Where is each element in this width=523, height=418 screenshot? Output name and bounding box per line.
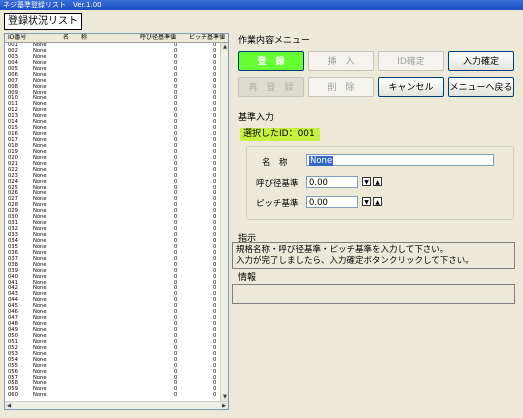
back-to-menu-button[interactable]: メニューへ戻る — [448, 77, 514, 97]
vertical-scrollbar[interactable]: ▲ ▼ — [220, 43, 228, 401]
list-rows: 001 None 0 0 002 None 0 0 003 None 0 0 004 None 0 0 005 N… — [5, 43, 221, 401]
column-header-id[interactable]: ID番号 — [8, 34, 26, 42]
column-header-nominal[interactable]: 呼び径基準値 — [140, 34, 176, 42]
delete-button[interactable]: 削 除 — [308, 77, 374, 97]
confirm-input-button[interactable]: 入力確定 — [448, 51, 514, 71]
scroll-up-icon[interactable]: ▲ — [221, 43, 228, 51]
pitch-label: ピッチ基準 — [256, 199, 299, 209]
column-header-pitch[interactable]: ピッチ基準値 — [189, 34, 225, 42]
instructions-box: 規格名称・呼び径基準・ピッチ基準を入力して下さい。 入力が完了しましたら、入力確… — [232, 242, 515, 269]
name-input[interactable]: None — [306, 154, 494, 166]
register-button[interactable]: 登 録 — [238, 51, 304, 71]
list-item[interactable]: 060 None 0 0 — [5, 392, 221, 399]
reregister-button[interactable]: 再 登 録 — [238, 77, 304, 97]
instruction-line-2: 入力が完了しましたら、入力確定ボタンクリックして下さい。 — [236, 256, 474, 266]
info-box — [232, 284, 515, 304]
info-title: 情報 — [238, 273, 257, 283]
standard-input-title: 基準入力 — [238, 113, 275, 123]
row-name: None — [33, 392, 47, 399]
pitch-down-icon[interactable]: ▼ — [362, 197, 371, 206]
scroll-left-icon[interactable]: ◀ — [5, 402, 13, 409]
confirm-id-button[interactable]: ID確定 — [378, 51, 444, 71]
scroll-right-icon[interactable]: ▶ — [220, 402, 228, 409]
menu-title: 作業内容メニュー — [238, 36, 311, 46]
insert-button[interactable]: 挿 入 — [308, 51, 374, 71]
name-label: 名 称 — [262, 158, 288, 168]
window-title-bar: ネジ基準登録リスト Ver.1.00 — [0, 0, 523, 10]
column-header-name[interactable]: 名 称 — [63, 34, 87, 42]
registration-list[interactable]: ID番号 名 称 呼び径基準値 ピッチ基準値 001 None 0 0 002 None 0… — [4, 33, 229, 410]
selected-id-label: 選択したID：001 — [240, 128, 320, 141]
horizontal-scrollbar[interactable]: ◀ ▶ — [5, 401, 228, 409]
nominal-down-icon[interactable]: ▼ — [362, 177, 371, 186]
window-title: ネジ基準登録リスト Ver.1.00 — [3, 1, 102, 9]
cancel-button[interactable]: キャンセル — [378, 77, 444, 97]
pitch-up-icon[interactable]: ▲ — [373, 197, 382, 206]
nominal-diameter-input[interactable]: 0.00 — [306, 176, 358, 188]
pitch-input[interactable]: 0.00 — [306, 196, 358, 208]
list-panel-title: 登録状況リスト — [4, 13, 82, 30]
nominal-up-icon[interactable]: ▲ — [373, 177, 382, 186]
row-id: 060 — [8, 392, 18, 399]
nominal-diameter-label: 呼び径基準 — [256, 179, 299, 189]
scroll-down-icon[interactable]: ▼ — [221, 393, 228, 401]
name-input-value: None — [309, 156, 334, 166]
list-header: ID番号 名 称 呼び径基準値 ピッチ基準値 — [5, 34, 228, 43]
row-pitch: 0 — [213, 392, 217, 399]
row-nominal: 0 — [174, 392, 178, 399]
instruction-line-1: 規格名称・呼び径基準・ピッチ基準を入力して下さい。 — [236, 245, 449, 255]
